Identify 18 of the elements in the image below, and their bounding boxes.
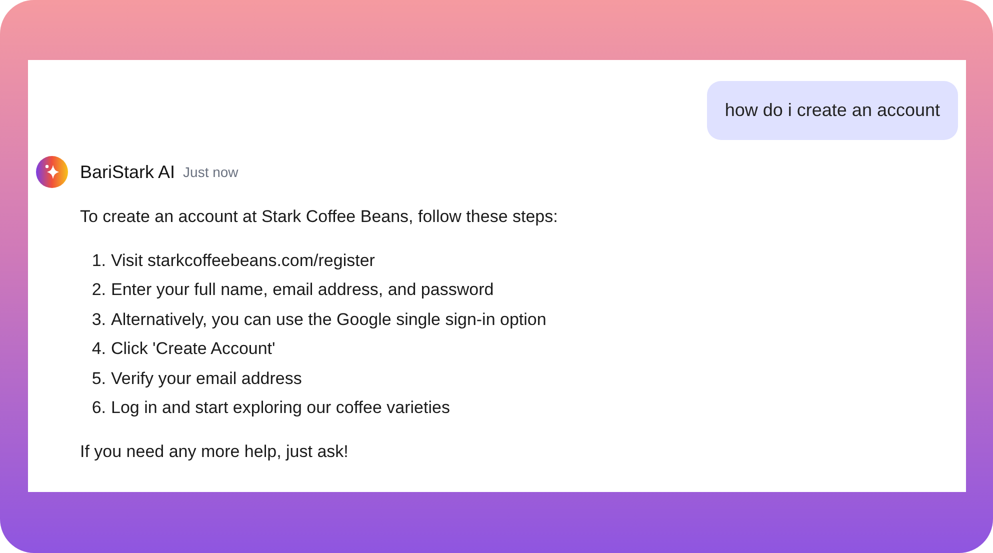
step-number: 6. [90, 397, 106, 419]
step-text: Enter your full name, email address, and password [111, 279, 494, 301]
step-number: 2. [90, 279, 106, 301]
step-text: Visit starkcoffeebeans.com/register [111, 250, 375, 272]
timestamp: Just now [183, 162, 238, 182]
step-number: 3. [90, 308, 106, 330]
closing-text: If you need any more help, just ask! [80, 440, 350, 462]
assistant-name: BariStark AI [80, 160, 176, 184]
step-text: Click 'Create Account' [111, 338, 276, 360]
step-text: Alternatively, you can use the Google single sign-in option [111, 308, 546, 330]
step-text: Log in and start exploring our coffee varieties [111, 397, 450, 419]
sparkle-avatar-icon [36, 156, 68, 188]
intro-text: To create an account at Stark Coffee Beans, follow these steps: [80, 206, 559, 228]
step-text: Verify your email address [111, 368, 302, 390]
step-number: 5. [90, 368, 106, 390]
step-number: 4. [90, 338, 106, 360]
step-number: 1. [90, 250, 106, 272]
user-message: how do i create an account [706, 81, 958, 140]
